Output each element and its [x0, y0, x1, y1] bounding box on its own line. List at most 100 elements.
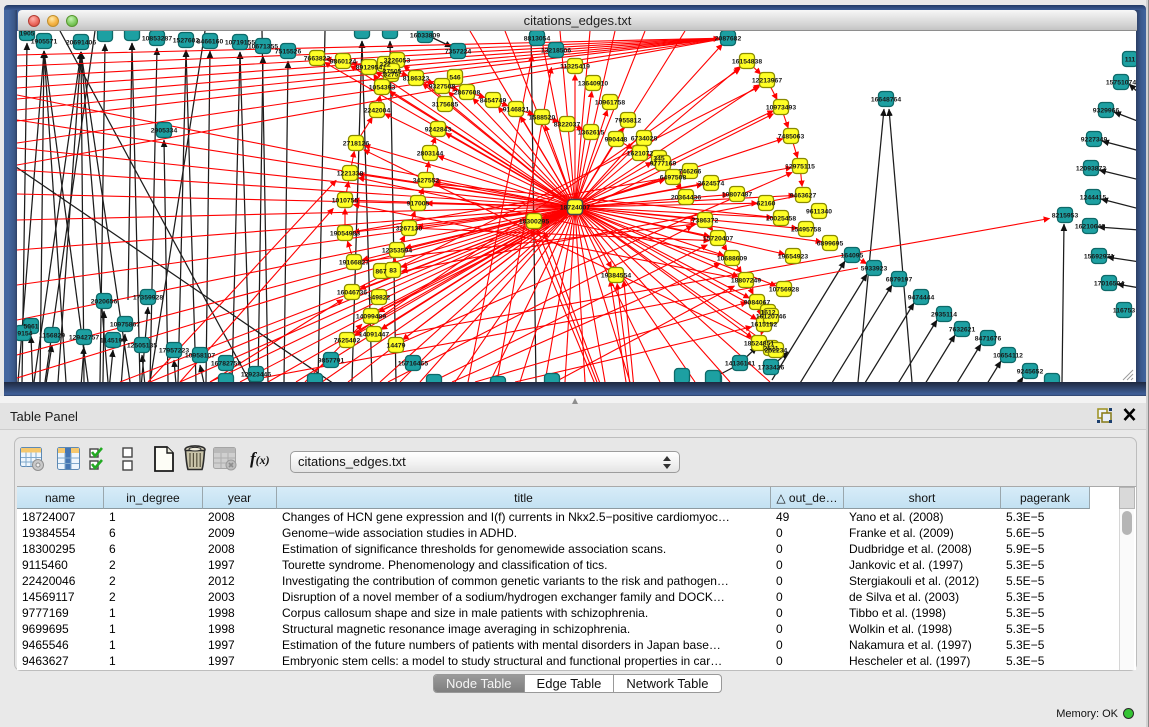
- svg-text:7485063: 7485063: [778, 133, 805, 140]
- svg-text:14136141: 14136141: [725, 360, 755, 367]
- svg-text:14479: 14479: [387, 342, 406, 349]
- svg-text:13218506: 13218506: [541, 47, 571, 54]
- svg-text:7663822: 7663822: [304, 55, 331, 62]
- svg-text:3624574: 3624574: [698, 180, 725, 187]
- svg-text:7955812: 7955812: [615, 117, 642, 124]
- svg-text:8466160: 8466160: [197, 38, 224, 45]
- svg-text:3175685: 3175685: [432, 101, 459, 108]
- svg-text:2242004: 2242004: [364, 107, 391, 114]
- svg-text:10654112: 10654112: [993, 352, 1023, 359]
- svg-text:15692971: 15692971: [1084, 253, 1114, 260]
- svg-text:9463627: 9463627: [790, 192, 817, 199]
- svg-text:9245652: 9245652: [1017, 368, 1044, 375]
- svg-text:1221338: 1221338: [337, 170, 364, 177]
- svg-text:9474444: 9474444: [908, 294, 935, 301]
- svg-text:149822: 149822: [368, 294, 391, 301]
- svg-text:9857791: 9857791: [318, 357, 345, 364]
- svg-text:2803144: 2803144: [417, 150, 444, 157]
- svg-text:12505135: 12505135: [127, 342, 157, 349]
- svg-text:10688609: 10688609: [717, 255, 747, 262]
- svg-text:9146821: 9146821: [503, 106, 530, 113]
- svg-text:2020656: 2020656: [91, 298, 118, 305]
- svg-text:83: 83: [389, 267, 397, 274]
- svg-text:111: 111: [1125, 56, 1136, 63]
- svg-text:12942757: 12942757: [69, 334, 99, 341]
- svg-text:18807249: 18807249: [731, 277, 761, 284]
- svg-text:8322037: 8322037: [554, 121, 581, 128]
- svg-text:917005: 917005: [407, 200, 430, 207]
- svg-text:15495758: 15495758: [791, 226, 821, 233]
- svg-text:16120746: 16120746: [756, 313, 786, 320]
- svg-text:16033809: 16033809: [410, 32, 440, 39]
- svg-text:867: 867: [375, 268, 387, 275]
- svg-text:10958107: 10958107: [185, 352, 215, 359]
- svg-text:746266: 746266: [679, 168, 702, 175]
- svg-text:18724007: 18724007: [560, 204, 590, 211]
- svg-text:8186323: 8186323: [403, 75, 430, 82]
- svg-text:14099489: 14099489: [356, 313, 386, 320]
- svg-text:8471676: 8471676: [975, 335, 1002, 342]
- svg-text:7632621: 7632621: [949, 326, 976, 333]
- svg-text:2718126: 2718126: [343, 140, 370, 147]
- svg-text:6899695: 6899695: [817, 240, 844, 247]
- svg-text:10025458: 10025458: [766, 215, 796, 222]
- svg-text:1156829: 1156829: [39, 332, 65, 339]
- svg-text:1588520: 1588520: [529, 114, 556, 121]
- svg-text:10756928: 10756928: [769, 286, 799, 293]
- svg-text:1527602: 1527602: [173, 37, 200, 44]
- svg-text:9611340: 9611340: [806, 208, 832, 215]
- svg-text:11325419: 11325419: [560, 63, 590, 70]
- svg-text:16782759: 16782759: [211, 360, 241, 367]
- svg-text:7386372: 7386372: [692, 217, 719, 224]
- svg-text:20364436: 20364436: [671, 194, 701, 201]
- svg-text:10973493: 10973493: [766, 104, 796, 111]
- svg-text:62160: 62160: [757, 200, 776, 207]
- svg-text:990448: 990448: [605, 136, 628, 143]
- svg-text:8215953: 8215953: [1052, 212, 1079, 219]
- svg-text:16210643: 16210643: [1075, 223, 1105, 230]
- svg-text:9327508: 9327508: [429, 83, 456, 90]
- svg-text:10961758: 10961758: [595, 99, 625, 106]
- svg-text:7515526: 7515526: [275, 48, 302, 55]
- svg-text:16648764: 16648764: [871, 96, 901, 103]
- svg-text:2867608: 2867608: [454, 89, 481, 96]
- svg-text:9329966: 9329966: [1093, 107, 1120, 114]
- svg-text:19384554: 19384554: [601, 272, 631, 279]
- svg-text:1054393: 1054393: [369, 84, 396, 91]
- svg-text:1362615: 1362615: [578, 129, 605, 136]
- svg-text:19054983: 19054983: [330, 230, 360, 237]
- svg-text:9084067: 9084067: [744, 299, 771, 306]
- svg-text:18300295: 18300295: [519, 218, 549, 225]
- svg-text:14091447: 14091447: [359, 331, 389, 338]
- svg-text:5933923: 5933923: [861, 265, 888, 272]
- svg-text:6734028: 6734028: [631, 135, 658, 142]
- svg-text:19654923: 19654923: [778, 253, 808, 260]
- svg-text:12213967: 12213967: [752, 77, 782, 84]
- svg-text:10975867: 10975867: [110, 321, 140, 328]
- svg-text:39154: 39154: [17, 330, 33, 337]
- svg-text:7625402: 7625402: [334, 337, 361, 344]
- svg-text:8813054: 8813054: [524, 35, 551, 42]
- svg-text:6497508: 6497508: [660, 174, 687, 181]
- svg-text:6879197: 6879197: [886, 276, 913, 283]
- svg-text:13640910: 13640910: [578, 80, 608, 87]
- svg-text:2087682: 2087682: [715, 35, 742, 42]
- svg-text:3267130: 3267130: [396, 225, 423, 232]
- svg-text:1905571: 1905571: [31, 38, 58, 45]
- svg-text:9860124: 9860124: [330, 58, 357, 65]
- svg-text:9777169: 9777169: [650, 160, 677, 167]
- svg-text:1244415: 1244415: [1080, 194, 1107, 201]
- svg-text:10853287: 10853287: [142, 35, 172, 42]
- svg-text:12353594: 12353594: [382, 247, 412, 254]
- svg-text:2905334: 2905334: [151, 127, 178, 134]
- svg-text:15751074: 15751074: [1106, 79, 1136, 86]
- svg-text:15716465: 15716465: [398, 360, 428, 367]
- svg-text:1621072: 1621072: [627, 150, 654, 157]
- svg-text:17359928: 17359928: [133, 294, 163, 301]
- svg-text:252234: 252234: [765, 347, 788, 354]
- svg-text:12975115: 12975115: [785, 163, 815, 170]
- svg-text:164095: 164095: [841, 252, 864, 259]
- svg-text:16046736: 16046736: [337, 289, 367, 296]
- svg-text:3427552: 3427552: [413, 177, 440, 184]
- svg-text:1010755: 1010755: [332, 197, 359, 204]
